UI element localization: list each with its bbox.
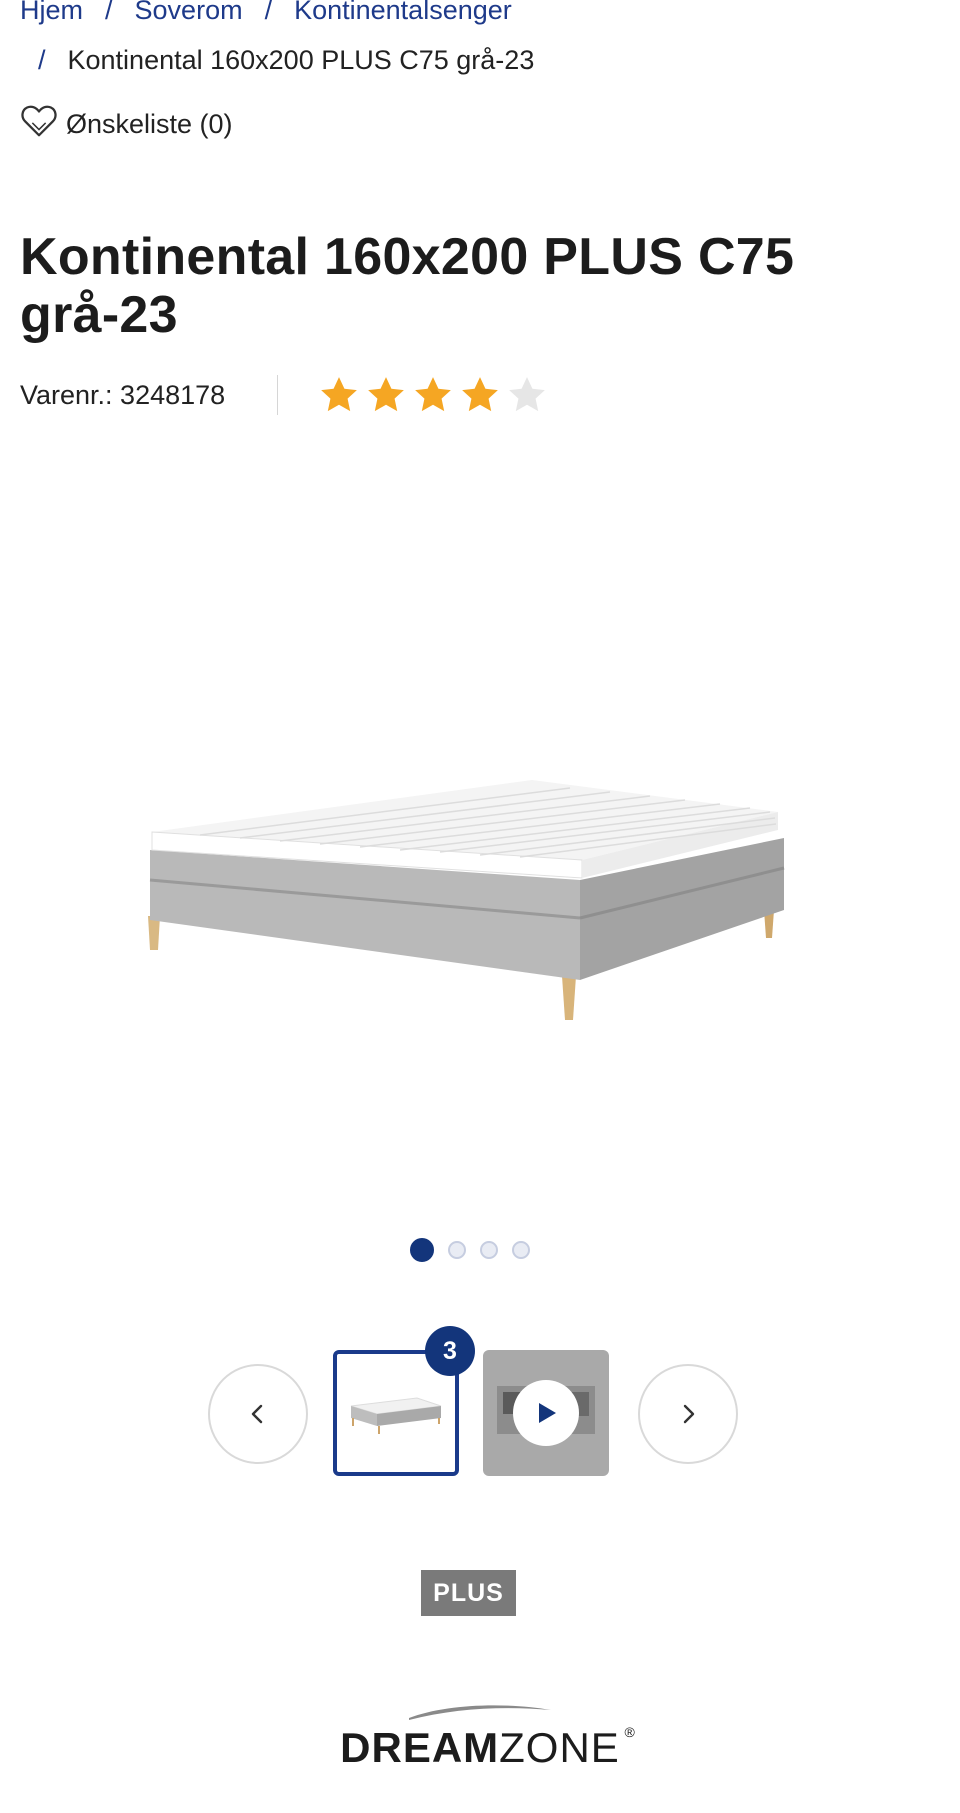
carousel-prev-button[interactable] bbox=[208, 1364, 308, 1464]
breadcrumb-current-row: / Kontinental 160x200 PLUS C75 grå-23 bbox=[20, 36, 940, 84]
gallery-dots bbox=[410, 1238, 530, 1262]
star-icon bbox=[321, 377, 358, 412]
breadcrumb-link-home[interactable]: Hjem bbox=[20, 0, 83, 31]
breadcrumb-link-soverom[interactable]: Soverom bbox=[135, 0, 243, 31]
breadcrumb-link-kontinentalsenger[interactable]: Kontinentalsenger bbox=[294, 0, 512, 31]
gallery-dot[interactable] bbox=[410, 1238, 434, 1262]
brand-swoosh-icon bbox=[409, 1705, 551, 1720]
registered-mark: ® bbox=[624, 1724, 636, 1740]
brand-name-bold: DREAM bbox=[340, 1724, 500, 1771]
breadcrumb-separator: / bbox=[264, 0, 273, 25]
thumbnail-carousel: 3 bbox=[208, 1326, 738, 1480]
product-sku: Varenr.: 3248178 bbox=[20, 379, 226, 410]
carousel-next-button[interactable] bbox=[638, 1364, 738, 1464]
rating-stars[interactable] bbox=[318, 374, 548, 416]
gallery-dot[interactable] bbox=[448, 1241, 466, 1259]
wishlist-link[interactable]: Ønskeliste (0) bbox=[20, 100, 233, 148]
chevron-right-icon bbox=[683, 1404, 695, 1424]
star-icon bbox=[368, 377, 405, 412]
wishlist-label: Ønskeliste (0) bbox=[66, 108, 233, 139]
play-icon bbox=[539, 1403, 556, 1423]
star-icon bbox=[462, 377, 499, 412]
brand-name: DREAMZONE ® bbox=[340, 1724, 635, 1772]
gallery-dot[interactable] bbox=[480, 1241, 498, 1259]
breadcrumb-row: Hjem / Soverom / Kontinentalsenger bbox=[20, 0, 940, 26]
heart-icon bbox=[20, 102, 66, 147]
breadcrumb-separator: / bbox=[105, 0, 113, 25]
thumbnail-video[interactable] bbox=[483, 1350, 609, 1476]
brand-logo: DREAMZONE ® bbox=[0, 1700, 960, 1772]
thumbnail-bed[interactable]: 3 bbox=[333, 1326, 475, 1476]
product-title: Kontinental 160x200 PLUS C75 grå-23 bbox=[20, 228, 795, 344]
star-icon bbox=[415, 377, 452, 412]
chevron-left-icon bbox=[251, 1404, 263, 1424]
star-empty-icon bbox=[509, 377, 546, 412]
plus-tag: PLUS bbox=[421, 1570, 516, 1616]
gallery-dot[interactable] bbox=[512, 1241, 530, 1259]
breadcrumb: Hjem / Soverom / Kontinentalsenger / Kon… bbox=[20, 0, 940, 84]
product-meta: Varenr.: 3248178 bbox=[20, 372, 548, 418]
breadcrumb-separator: / bbox=[38, 45, 46, 75]
breadcrumb-current: Kontinental 160x200 PLUS C75 grå-23 bbox=[67, 45, 535, 75]
thumbnail-count-badge: 3 bbox=[425, 1326, 475, 1376]
meta-divider bbox=[277, 375, 279, 415]
play-button[interactable] bbox=[513, 1380, 579, 1446]
product-image[interactable] bbox=[130, 700, 830, 1045]
brand-name-light: ZONE bbox=[499, 1724, 620, 1771]
